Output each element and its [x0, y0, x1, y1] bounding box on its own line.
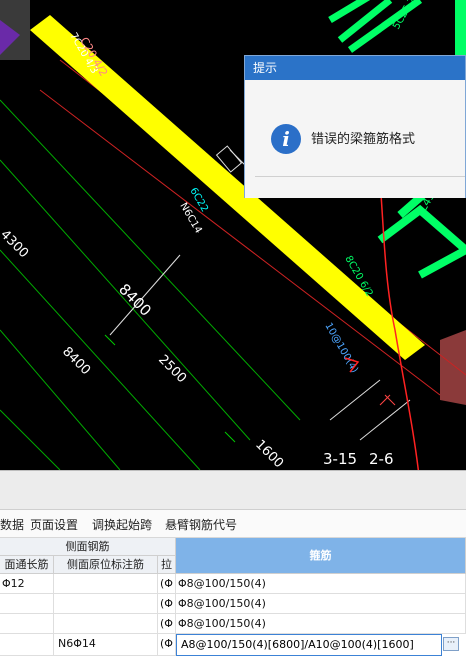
cell-tie[interactable]: (Φ [158, 614, 176, 634]
cell-side-continuous[interactable] [0, 614, 54, 634]
column-header-stirrup[interactable]: 箍筋 [176, 538, 466, 574]
dimension-label: 2500 [155, 352, 189, 386]
dimension-label: 4300 [0, 227, 31, 261]
dimension-label: 8400 [59, 344, 93, 378]
dimension-label: 1600 [252, 437, 286, 470]
cell-stirrup[interactable]: Φ8@100/150(4) [176, 594, 466, 614]
toolbar-data-button[interactable]: 数据 [0, 516, 24, 533]
cell-stirrup[interactable]: Φ8@100/150(4) [176, 574, 466, 594]
cell-side-continuous[interactable] [0, 634, 54, 656]
cell-side-original[interactable] [54, 594, 158, 614]
bottom-panel: 数据 页面设置 调换起始跨 悬臂钢筋代号 侧面钢筋 箍筋 面通长筋 侧面原位标注… [0, 470, 466, 663]
cell-tie[interactable]: (Φ [158, 574, 176, 594]
info-icon: i [271, 124, 301, 154]
column-group-side-rebar: 侧面钢筋 [0, 538, 176, 556]
panel-header-strip [0, 470, 466, 510]
cell-side-continuous[interactable] [0, 594, 54, 614]
dialog-separator [255, 176, 465, 177]
toolbar-page-setup-button[interactable]: 页面设置 [30, 516, 78, 533]
dialog-title[interactable]: 提示 [245, 56, 465, 80]
cell-tie[interactable]: (Φ [158, 594, 176, 614]
column-header-tie[interactable]: 拉 [158, 556, 176, 574]
dialog-message: 错误的梁箍筋格式 [311, 132, 416, 147]
toolbar-swap-span-button[interactable]: 调换起始跨 [92, 516, 152, 533]
dimension-label: 8400 [115, 280, 155, 320]
cell-side-original[interactable] [54, 574, 158, 594]
message-dialog: 提示 i 错误的梁箍筋格式 [244, 55, 466, 198]
axis-label: 3-15 [323, 450, 357, 468]
cell-side-original[interactable]: N6Φ14 [54, 634, 158, 656]
cell-stirrup[interactable]: Φ8@100/150(4) [176, 614, 466, 634]
cell-tie[interactable]: (Φ [158, 634, 176, 656]
cell-side-original[interactable] [54, 614, 158, 634]
dialog-body: i 错误的梁箍筋格式 [245, 80, 465, 198]
column-header-side-original[interactable]: 侧面原位标注筋 [54, 556, 158, 574]
column-header-side-continuous[interactable]: 面通长筋 [0, 556, 54, 574]
toolbar-cantilever-code-button[interactable]: 悬臂钢筋代号 [165, 516, 237, 533]
cell-side-continuous[interactable]: Φ12 [0, 574, 54, 594]
ellipsis-edit-button[interactable]: ··· [443, 637, 459, 651]
axis-label: 2-6 [369, 450, 394, 468]
grid-toolbar: 数据 页面设置 调换起始跨 悬臂钢筋代号 [0, 510, 466, 538]
wall-segment-right [455, 0, 466, 55]
stirrup-edit-input[interactable]: A8@100/150(4)[6800]/A10@100(4)[1600] [176, 634, 442, 656]
column-block [440, 330, 466, 405]
